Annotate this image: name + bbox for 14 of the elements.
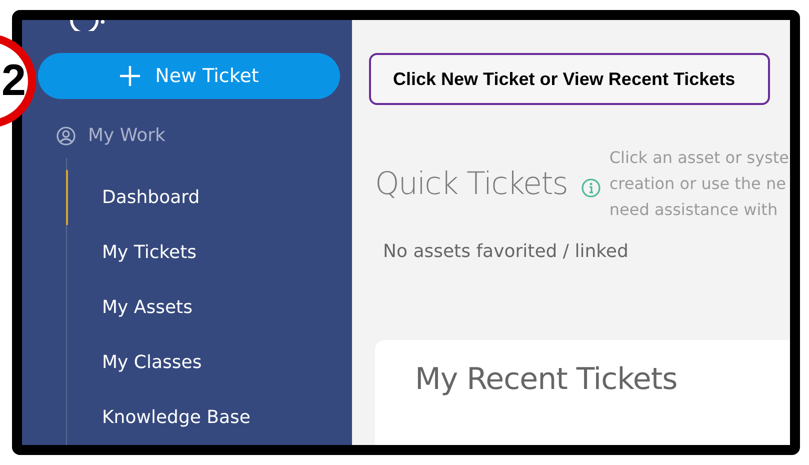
description-text: Click an asset or syste creation or use the ne need assistance with bbox=[609, 147, 790, 221]
user-icon bbox=[56, 126, 76, 146]
nav-item[interactable]: My Tickets bbox=[66, 225, 352, 280]
section-label: My Work bbox=[88, 125, 166, 146]
section-heading: Quick Tickets bbox=[375, 166, 568, 202]
nav-item[interactable]: Dashboard bbox=[66, 170, 352, 225]
nav-item[interactable]: My Classes bbox=[66, 335, 352, 390]
card-heading: My Recent Tickets bbox=[415, 362, 678, 397]
plus-icon bbox=[119, 65, 142, 88]
callout-box: Click New Ticket or View Recent Tickets bbox=[369, 53, 770, 105]
nav-item[interactable]: My Assets bbox=[66, 280, 352, 335]
info-icon[interactable] bbox=[581, 178, 602, 198]
empty-message: No assets favorited / linked bbox=[383, 241, 630, 262]
nav-item[interactable]: Knowledge Base bbox=[66, 390, 352, 445]
